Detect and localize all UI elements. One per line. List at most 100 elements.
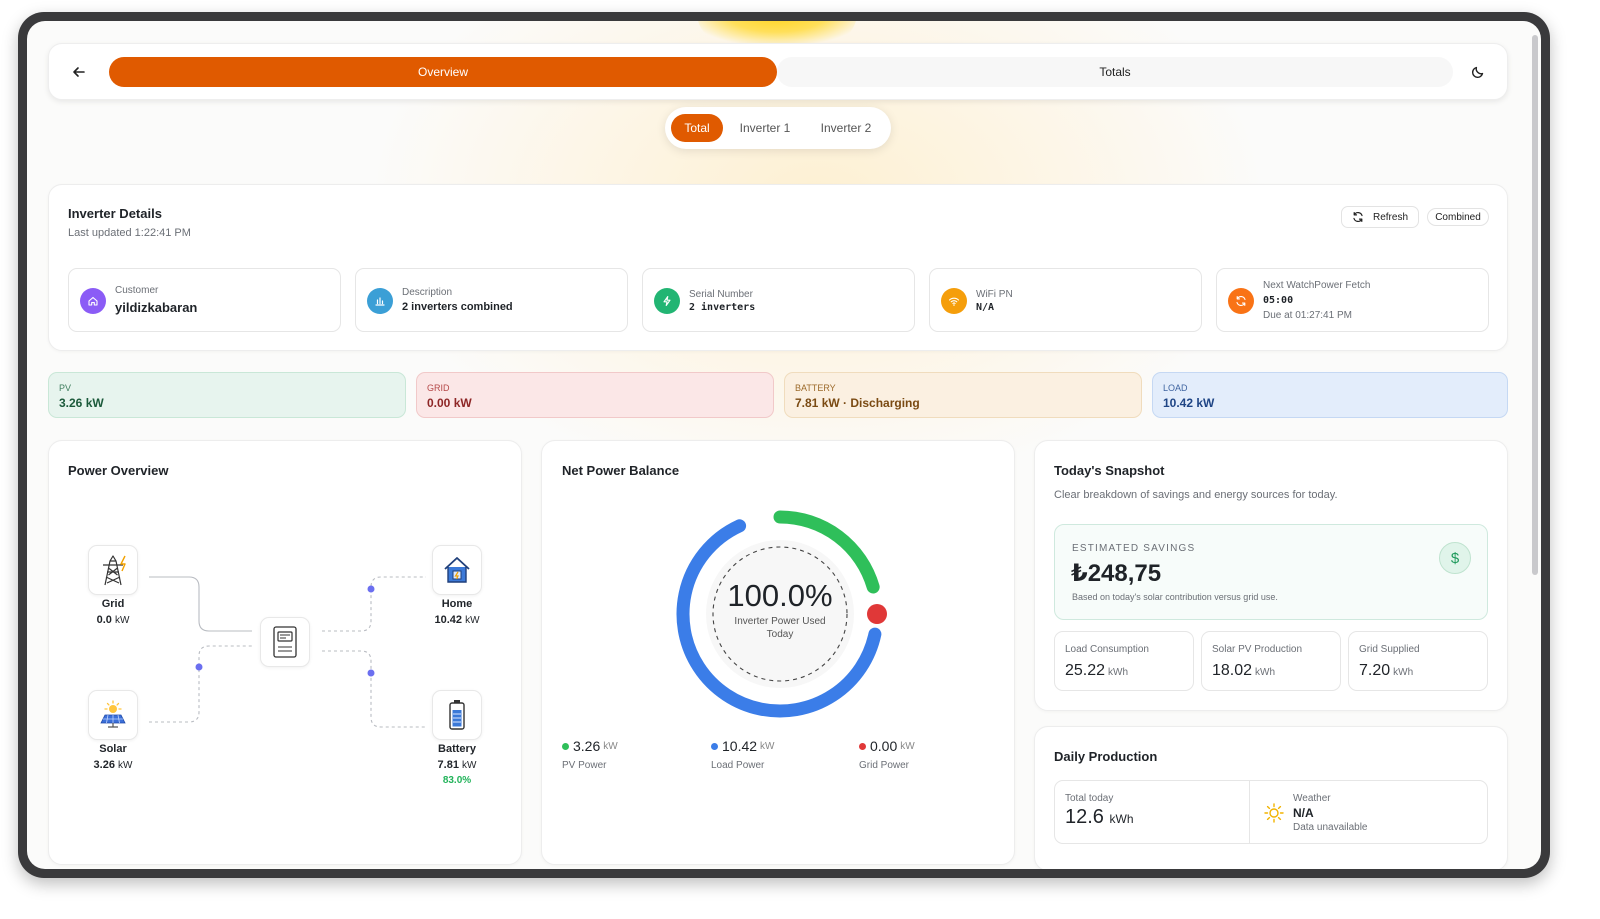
pv-dot — [562, 742, 569, 750]
center-label-1: Inverter Power Used — [734, 616, 826, 627]
net-balance-donut — [676, 510, 887, 718]
total-today-unit: kWh — [1109, 812, 1134, 826]
home-node[interactable] — [432, 545, 482, 595]
sync-icon — [1228, 288, 1254, 314]
grid-dot — [859, 742, 866, 750]
savings-note: Based on today's solar contribution vers… — [1072, 592, 1278, 602]
info-customer: Customer yildizkabaran — [68, 268, 341, 332]
wifi-label: WiFi PN — [976, 289, 1013, 300]
app-screen: Overview Totals Total Inverter 1 Inverte… — [27, 21, 1541, 869]
scrollbar[interactable] — [1532, 35, 1538, 575]
back-arrow-icon[interactable] — [67, 60, 91, 84]
home-value-number: 10.42 — [434, 614, 462, 626]
battery-node[interactable] — [432, 690, 482, 740]
customer-label: Customer — [115, 285, 159, 296]
refresh-label: Refresh — [1372, 211, 1408, 223]
pv-value: 3.26 — [573, 738, 601, 754]
daily-production-card: Daily Production Total today 12.6 kWh We… — [1034, 726, 1508, 869]
battery-value-number: 7.81 — [437, 759, 459, 771]
legend-load: 10.42 kW Load Power — [711, 738, 775, 771]
weather-note: Data unavailable — [1293, 822, 1368, 833]
chart-icon — [367, 288, 393, 314]
daily-divider — [1249, 781, 1250, 843]
info-description: Description 2 inverters combined — [355, 268, 628, 332]
description-label: Description — [402, 287, 453, 298]
inverter-node[interactable] — [260, 617, 310, 667]
savings-value: ₺248,75 — [1071, 560, 1162, 587]
moon-icon[interactable] — [1467, 61, 1489, 83]
refresh-icon — [1353, 212, 1363, 222]
subtab-total[interactable]: Total — [671, 114, 723, 142]
grid-unit: kW — [900, 740, 915, 752]
load-value: 10.42 — [722, 738, 758, 754]
home-value: 10.42 kW — [417, 614, 497, 626]
stat-pv-label: PV — [59, 383, 72, 393]
subtab-inverter-1[interactable]: Inverter 1 — [729, 114, 801, 142]
load-unit: kW — [760, 740, 775, 752]
inverter-details-card: Inverter Details Last updated 1:22:41 PM… — [48, 184, 1508, 351]
device-frame: Overview Totals Total Inverter 1 Inverte… — [18, 12, 1550, 878]
battery-icon — [449, 700, 465, 730]
grid-supplied-unit: kWh — [1393, 667, 1414, 678]
pv-unit: kW — [603, 740, 618, 752]
total-today-number: 12.6 — [1065, 806, 1104, 828]
subtab-inverter-2[interactable]: Inverter 2 — [807, 114, 885, 142]
stat-load-value: 10.42 kW — [1163, 396, 1215, 410]
net-balance-card: Net Power Balance 100.0% Inverter Power … — [541, 440, 1015, 865]
load-consumption-label: Load Consumption — [1065, 644, 1149, 655]
inverter-selector: Total Inverter 1 Inverter 2 — [665, 107, 891, 149]
stat-grid: GRID 0.00 kW — [416, 372, 774, 418]
grid-value-number: 0.0 — [96, 614, 112, 626]
grid-supplied-value: 7.20 — [1359, 662, 1391, 679]
grid-node[interactable] — [88, 545, 138, 595]
weather-label: Weather — [1293, 793, 1331, 804]
house-icon — [444, 557, 470, 583]
daily-title: Daily Production — [1054, 749, 1158, 764]
tab-overview[interactable]: Overview — [109, 57, 777, 87]
weather-value: N/A — [1293, 806, 1314, 820]
load-consumption-box: Load Consumption 25.22 kWh — [1054, 631, 1194, 691]
stat-battery: BATTERY 7.81 kW · Discharging — [784, 372, 1142, 418]
weather-sun-icon — [1263, 802, 1285, 829]
solar-value-number: 3.26 — [93, 759, 115, 771]
load-dot — [711, 742, 718, 750]
power-overview-card: Power Overview Grid 0.0 kW Solar 3.26 kW… — [48, 440, 522, 865]
solar-name: Solar — [99, 743, 127, 755]
power-tower-icon — [103, 555, 126, 586]
tab-totals[interactable]: Totals — [777, 57, 1453, 87]
fetch-value: 05:00 — [1263, 295, 1294, 306]
stat-grid-label: GRID — [427, 383, 450, 393]
solar-production-value: 18.02 — [1212, 662, 1253, 679]
battery-value: 7.81 kW — [417, 759, 497, 771]
solar-node[interactable] — [88, 690, 138, 740]
stat-battery-label: BATTERY — [795, 383, 836, 393]
info-serial: Serial Number 2 inverters — [642, 268, 915, 332]
daily-box: Total today 12.6 kWh Weather N/A Data un… — [1054, 780, 1488, 844]
center-value: 100.0% — [727, 578, 833, 613]
details-title: Inverter Details — [68, 206, 162, 221]
load-consumption-unit: kWh — [1108, 667, 1129, 678]
grid-unit: kW — [114, 615, 130, 626]
stat-load-label: LOAD — [1163, 383, 1188, 393]
grid-value: 0.0 kW — [73, 614, 153, 626]
savings-box: ESTIMATED SAVINGS ₺248,75 Based on today… — [1054, 524, 1488, 620]
combined-badge[interactable]: Combined — [1427, 208, 1489, 226]
battery-unit: kW — [462, 760, 477, 771]
fetch-due: Due at 01:27:41 PM — [1263, 310, 1352, 321]
description-value: 2 inverters combined — [402, 301, 513, 313]
grid-supplied-box: Grid Supplied 7.20 kWh — [1348, 631, 1488, 691]
load-consumption-value: 25.22 — [1065, 662, 1106, 679]
sun-glow — [697, 21, 857, 43]
snapshot-title: Today's Snapshot — [1054, 463, 1165, 478]
wifi-icon — [941, 288, 967, 314]
refresh-button[interactable]: Refresh — [1341, 206, 1419, 228]
net-balance-title: Net Power Balance — [562, 463, 680, 478]
solar-production-box: Solar PV Production 18.02 kWh — [1201, 631, 1341, 691]
stat-pv: PV 3.26 kW — [48, 372, 406, 418]
battery-name: Battery — [438, 743, 476, 755]
home-icon — [80, 288, 106, 314]
home-name: Home — [441, 598, 473, 610]
stat-pv-value: 3.26 kW — [59, 396, 104, 410]
battery-soc: 83.0% — [442, 775, 472, 786]
top-nav: Overview Totals — [48, 43, 1508, 100]
